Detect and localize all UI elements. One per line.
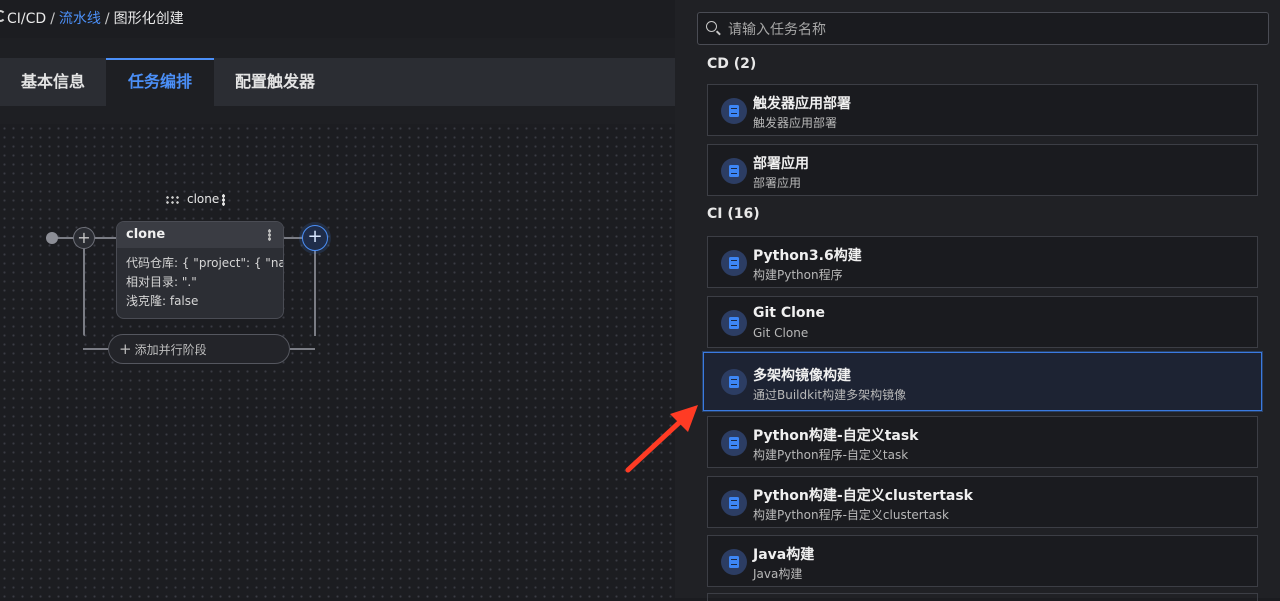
add-stage-button[interactable]: + xyxy=(302,225,328,251)
task-doc-icon xyxy=(721,490,747,516)
task-doc-icon xyxy=(721,158,747,184)
add-parallel-label: 添加并行阶段 xyxy=(134,343,207,357)
add-before-button[interactable]: + xyxy=(73,227,95,249)
tab-task-orchestration[interactable]: 任务编排 xyxy=(106,58,214,106)
task-item-subtitle: Git Clone xyxy=(753,326,809,340)
breadcrumb: CI/CD / 流水线 / 图形化创建 xyxy=(7,11,184,27)
stage-name: clone xyxy=(187,192,220,206)
task-item-title: Java构建 xyxy=(753,547,815,563)
pipeline-editor: CI/CD / 流水线 / 图形化创建 基本信息 任务编排 配置触发器 clone + … xyxy=(0,0,675,598)
connector-line xyxy=(83,240,85,336)
tab-basic-info[interactable]: 基本信息 xyxy=(21,58,85,106)
search-input[interactable] xyxy=(726,13,1260,46)
task-item[interactable]: Python构建-自定义clustertask 构建Python程序-自定义cl… xyxy=(707,476,1258,528)
task-item[interactable]: 部署应用 部署应用 xyxy=(707,144,1258,196)
cicd-logo-icon xyxy=(0,10,6,22)
task-item-title: Python3.6构建 xyxy=(753,248,862,264)
task-doc-icon xyxy=(721,98,747,124)
task-item-subtitle: 通过Buildkit构建多架构镜像 xyxy=(753,388,907,402)
header-bar: CI/CD / 流水线 / 图形化创建 xyxy=(0,0,675,38)
task-item-title: 部署应用 xyxy=(753,156,809,172)
task-item[interactable]: Git Clone Git Clone xyxy=(707,296,1258,348)
add-parallel-stage-button[interactable]: + 添加并行阶段 xyxy=(108,334,290,364)
task-item-subtitle: 构建Python程序 xyxy=(753,268,843,282)
plus-icon: + xyxy=(119,340,132,358)
task-item-partial[interactable] xyxy=(707,593,1258,601)
task-doc-icon xyxy=(721,549,747,575)
pipeline-canvas[interactable] xyxy=(0,124,675,598)
task-item-title: Python构建-自定义clustertask xyxy=(753,488,973,504)
connector-line xyxy=(290,348,315,350)
task-item-subtitle: 触发器应用部署 xyxy=(753,116,838,130)
annotation-arrow-icon xyxy=(625,405,698,473)
task-item-title: Python构建-自定义task xyxy=(753,428,919,444)
breadcrumb-pipeline-link[interactable]: 流水线 xyxy=(59,11,101,27)
task-item-title: 触发器应用部署 xyxy=(753,96,851,112)
drag-handle-icon[interactable] xyxy=(165,194,179,205)
task-card-header: clone xyxy=(117,222,283,248)
task-params: 代码仓库: { "project": { "na 相对目录: "." 浅克隆: … xyxy=(117,248,283,311)
task-item-title: Git Clone xyxy=(753,305,826,321)
task-item[interactable]: 触发器应用部署 触发器应用部署 xyxy=(707,84,1258,136)
task-item[interactable]: Python构建-自定义task 构建Python程序-自定义task xyxy=(707,416,1258,468)
task-item-subtitle: 部署应用 xyxy=(753,176,802,190)
breadcrumb-current: 图形化创建 xyxy=(113,11,184,27)
task-doc-icon xyxy=(721,369,747,395)
task-item[interactable]: Python3.6构建 构建Python程序 xyxy=(707,236,1258,288)
task-param-shallow: 浅克隆: false xyxy=(126,294,199,308)
section-header-ci: CI (16) xyxy=(707,206,760,222)
connector-line xyxy=(83,348,109,350)
section-header-cd: CD (2) xyxy=(707,56,757,72)
task-item[interactable]: Java构建 Java构建 xyxy=(707,535,1258,587)
search-icon xyxy=(706,21,717,32)
tab-trigger-config[interactable]: 配置触发器 xyxy=(235,58,315,106)
task-item-title: 多架构镜像构建 xyxy=(753,368,851,384)
task-item-subtitle: Java构建 xyxy=(753,567,803,581)
stage-header[interactable]: clone xyxy=(165,192,226,206)
task-name: clone xyxy=(126,227,166,242)
tab-bar: 基本信息 任务编排 配置触发器 xyxy=(0,58,675,106)
task-doc-icon xyxy=(721,250,747,276)
task-doc-icon xyxy=(721,430,747,456)
task-param-repo: 代码仓库: { "project": { "na xyxy=(126,256,284,270)
connector-line xyxy=(314,250,316,336)
task-doc-icon xyxy=(721,310,747,336)
pipeline-start-node xyxy=(46,232,58,244)
connector-line xyxy=(284,237,304,239)
task-card-clone[interactable]: clone 代码仓库: { "project": { "na 相对目录: "."… xyxy=(116,221,284,319)
task-item-subtitle: 构建Python程序-自定义task xyxy=(753,448,909,462)
task-item-subtitle: 构建Python程序-自定义clustertask xyxy=(753,508,949,522)
task-item-selected[interactable]: 多架构镜像构建 通过Buildkit构建多架构镜像 xyxy=(703,352,1262,411)
breadcrumb-root[interactable]: CI/CD xyxy=(7,11,46,27)
stage-more-icon[interactable] xyxy=(222,193,226,206)
task-param-dir: 相对目录: "." xyxy=(126,275,197,289)
task-more-icon[interactable] xyxy=(268,229,271,241)
task-search[interactable] xyxy=(697,12,1269,46)
